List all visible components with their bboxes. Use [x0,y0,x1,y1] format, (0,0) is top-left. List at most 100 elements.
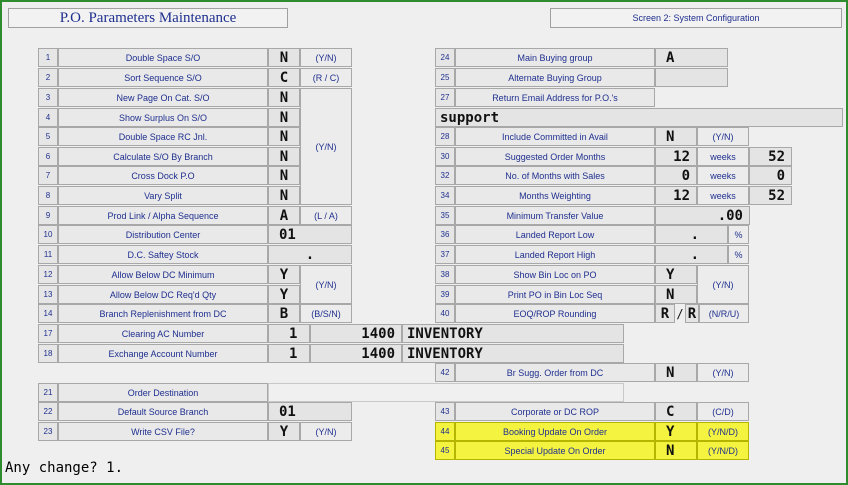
field-value-alternate-buying-group[interactable] [655,68,728,87]
field-value-sort-sequence-so[interactable]: C [268,68,300,87]
field-hint: (Y/N/D) [697,441,749,460]
field-value-order-destination[interactable] [268,383,624,402]
field-value-print-po-in-bin-loc-seq[interactable]: N [655,285,697,304]
field-hint: (B/S/N) [300,304,352,323]
field-value-vary-split[interactable]: N [268,186,300,205]
field-number: 22 [38,402,58,421]
field-value-dc-saftey-stock[interactable]: . [268,245,352,264]
field-value-special-update-on-order[interactable]: N [655,441,697,460]
field-value-rop-rounding[interactable]: R [685,304,699,323]
field-value-new-page-on-cat-so[interactable]: N [268,88,300,107]
field-label-show-bin-loc-on-po[interactable]: Show Bin Loc on PO [455,265,655,284]
field-value-exchange-ac-branch[interactable]: 1 [268,344,310,363]
field-value-calculate-so-by-branch[interactable]: N [268,147,300,166]
field-number: 9 [38,206,58,225]
field-value-weeks-weighting[interactable]: 52 [749,186,792,205]
field-value-distribution-center[interactable]: 01 [268,225,352,244]
field-value-allow-below-dc-minimum[interactable]: Y [268,265,300,284]
page-title: P.O. Parameters Maintenance [8,8,288,28]
field-label-booking-update-on-order[interactable]: Booking Update On Order [455,422,655,441]
field-label-sort-sequence-so[interactable]: Sort Sequence S/O [58,68,268,87]
field-value-br-sugg-order-from-dc[interactable]: N [655,363,697,382]
field-label-landed-report-low[interactable]: Landed Report Low [455,225,655,244]
field-value-clearing-ac-branch[interactable]: 1 [268,324,310,343]
field-label-print-po-in-bin-loc-seq[interactable]: Print PO in Bin Loc Seq [455,285,655,304]
field-label-suggested-order-months[interactable]: Suggested Order Months [455,147,655,166]
field-label-show-surplus-on-so[interactable]: Show Surplus On S/O [58,108,268,127]
field-value-suggested-order-weeks[interactable]: 52 [749,147,792,166]
field-label-allow-below-dc-reqd-qty[interactable]: Allow Below DC Req'd Qty [58,285,268,304]
field-label-return-email-address[interactable]: Return Email Address for P.O.'s [455,88,655,107]
field-value-double-space-rc-jnl[interactable]: N [268,127,300,146]
field-value-return-email-address[interactable]: support [435,108,843,127]
field-value-corporate-or-dc-rop[interactable]: C [655,402,697,421]
command-prompt[interactable]: Any change? 1. [5,460,305,478]
field-hint: (N/R/U) [699,304,749,323]
field-value-show-surplus-on-so[interactable]: N [268,108,300,127]
field-label-prod-link-alpha-sequence[interactable]: Prod Link / Alpha Sequence [58,206,268,225]
field-number: 25 [435,68,455,87]
field-hint: (Y/N) [300,422,352,441]
field-label-clearing-ac-number[interactable]: Clearing AC Number [58,324,268,343]
field-value-weeks-with-sales[interactable]: 0 [749,166,792,185]
field-number: 6 [38,147,58,166]
field-label-double-space-so[interactable]: Double Space S/O [58,48,268,67]
field-unit: % [728,245,749,264]
field-label-write-csv-file[interactable]: Write CSV File? [58,422,268,441]
field-number: 2 [38,68,58,87]
field-label-no-of-months-with-sales[interactable]: No. of Months with Sales [455,166,655,185]
field-number: 30 [435,147,455,166]
field-number: 40 [435,304,455,323]
field-value-exchange-ac-account[interactable]: 1400 [310,344,402,363]
field-label-br-sugg-order-from-dc[interactable]: Br Sugg. Order from DC [455,363,655,382]
field-value-eoq-rounding[interactable]: R [655,304,675,323]
field-label-allow-below-dc-minimum[interactable]: Allow Below DC Minimum [58,265,268,284]
field-label-corporate-or-dc-rop[interactable]: Corporate or DC ROP [455,402,655,421]
field-value-suggested-order-months[interactable]: 12 [655,147,697,166]
field-label-distribution-center[interactable]: Distribution Center [58,225,268,244]
field-label-alternate-buying-group[interactable]: Alternate Buying Group [455,68,655,87]
field-label-calculate-so-by-branch[interactable]: Calculate S/O By Branch [58,147,268,166]
field-value-landed-report-low[interactable]: . [655,225,728,244]
field-value-write-csv-file[interactable]: Y [268,422,300,441]
field-value-minimum-transfer-value[interactable]: .00 [655,206,750,225]
field-value-months-weighting[interactable]: 12 [655,186,697,205]
field-hint: (L / A) [300,206,352,225]
field-value-show-bin-loc-on-po[interactable]: Y [655,265,697,284]
field-value-booking-update-on-order[interactable]: Y [655,422,697,441]
field-label-cross-dock-po[interactable]: Cross Dock P.O [58,166,268,185]
field-label-include-committed-in-avail[interactable]: Include Committed in Avail [455,127,655,146]
field-value-prod-link-alpha-sequence[interactable]: A [268,206,300,225]
field-number: 5 [38,127,58,146]
field-label-months-weighting[interactable]: Months Weighting [455,186,655,205]
field-number: 1 [38,48,58,67]
field-value-include-committed-in-avail[interactable]: N [655,127,697,146]
field-label-landed-report-high[interactable]: Landed Report High [455,245,655,264]
field-label-branch-replenishment-from-dc[interactable]: Branch Replenishment from DC [58,304,268,323]
field-label-exchange-account-number[interactable]: Exchange Account Number [58,344,268,363]
field-label-eoq-rop-rounding[interactable]: EOQ/ROP Rounding [455,304,655,323]
field-number: 27 [435,88,455,107]
field-label-default-source-branch[interactable]: Default Source Branch [58,402,268,421]
field-value-landed-report-high[interactable]: . [655,245,728,264]
field-label-order-destination[interactable]: Order Destination [58,383,268,402]
field-label-vary-split[interactable]: Vary Split [58,186,268,205]
field-number: 28 [435,127,455,146]
field-value-no-of-months-with-sales[interactable]: 0 [655,166,697,185]
field-number: 35 [435,206,455,225]
field-value-branch-replenishment-from-dc[interactable]: B [268,304,300,323]
field-label-dc-saftey-stock[interactable]: D.C. Saftey Stock [58,245,268,264]
field-value-clearing-ac-account[interactable]: 1400 [310,324,402,343]
field-label-minimum-transfer-value[interactable]: Minimum Transfer Value [455,206,655,225]
group-hint-yn: (Y/N) [300,265,352,304]
field-label-main-buying-group[interactable]: Main Buying group [455,48,655,67]
field-value-double-space-so[interactable]: N [268,48,300,67]
field-label-double-space-rc-jnl[interactable]: Double Space RC Jnl. [58,127,268,146]
field-value-default-source-branch[interactable]: 01 [268,402,352,421]
field-value-main-buying-group[interactable]: A [655,48,728,67]
field-hint: (R / C) [300,68,352,87]
field-value-cross-dock-po[interactable]: N [268,166,300,185]
field-label-special-update-on-order[interactable]: Special Update On Order [455,441,655,460]
field-label-new-page-on-cat-so[interactable]: New Page On Cat. S/O [58,88,268,107]
field-value-allow-below-dc-reqd-qty[interactable]: Y [268,285,300,304]
